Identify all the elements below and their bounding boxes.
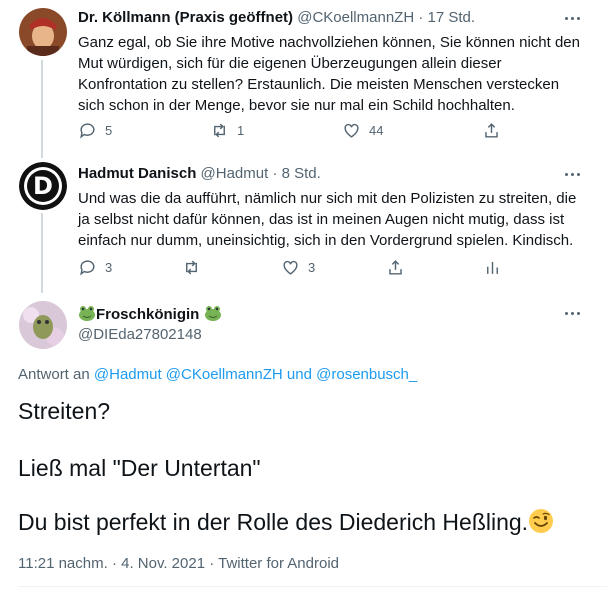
frog-emoji (204, 306, 221, 321)
tweet-actions: 3 3 (78, 258, 518, 278)
author-handle[interactable]: @DIEda27802148 (78, 326, 202, 343)
divider (18, 586, 607, 587)
frog-emoji (79, 306, 95, 321)
reply-count: 3 (105, 260, 113, 275)
author-name[interactable]: Dr. Köllmann (Praxis geöffnet) (78, 9, 293, 26)
reply-prefix: Antwort an (18, 366, 90, 383)
tweet-text: Und was die da aufführt, nämlich nur sic… (78, 188, 588, 251)
analytics-icon (487, 261, 498, 274)
reply-button[interactable]: 5 (78, 121, 112, 140)
text-line: Mut würdigen, sich für die eigenen Überz… (78, 55, 502, 72)
reply-and: und (286, 366, 312, 383)
text-line: ja selbst nicht dafür können, das ist in… (78, 211, 565, 228)
share-icon (485, 123, 498, 138)
main-text-final: Du bist perfekt in der Rolle des Diederi… (18, 508, 554, 536)
author-handle[interactable]: @Hadmut (201, 165, 269, 182)
main-text-line: Du bist perfekt in der Rolle des Diederi… (18, 509, 529, 535)
tweet-header: Froschkönigin (78, 305, 222, 323)
text-line: einfach nur dumm, uneinsichtig, sich in … (78, 232, 574, 249)
svg-text:D: D (33, 172, 53, 200)
wink-emoji (529, 509, 554, 533)
like-icon (344, 123, 359, 138)
main-tweet: Froschkönigin @DIEda27802148 (0, 290, 607, 592)
like-count: 3 (308, 260, 316, 275)
share-icon (389, 260, 402, 275)
reply-icon (80, 123, 95, 139)
more-icon[interactable] (563, 9, 581, 27)
retweet-icon (214, 123, 225, 138)
avatar[interactable]: D (19, 162, 67, 210)
retweet-button[interactable] (182, 258, 209, 277)
reply-mentions[interactable]: @Hadmut @CKoellmannZH (94, 366, 283, 383)
tweet-meta[interactable]: 11:21 nachm. · 4. Nov. 2021 · Twitter fo… (18, 555, 339, 572)
author-name[interactable]: Froschkönigin (96, 306, 199, 323)
reply-button[interactable]: 3 (78, 258, 112, 277)
text-line: Konfrontation zu stellen? Erstaunlich. D… (78, 76, 560, 93)
main-text-line: Ließ mal "Der Untertan" (18, 455, 261, 481)
retweet-icon (186, 260, 197, 275)
author-handle[interactable]: @CKoellmannZH (297, 9, 414, 26)
avatar[interactable] (19, 301, 67, 349)
handle-text: @DIEda27802148 (78, 326, 202, 343)
reply-icon (80, 260, 95, 276)
text-line: Und was die da aufführt, nämlich nur sic… (78, 190, 577, 207)
main-text-line: Streiten? (18, 398, 111, 424)
share-button[interactable] (482, 121, 501, 140)
like-button[interactable]: 3 (281, 258, 315, 277)
timestamp[interactable]: · 8 Std. (272, 165, 320, 182)
tweet-hadmut[interactable]: D Hadmut Danisch @Hadmut · 8 Std. Und wa… (0, 150, 607, 290)
tweet-koellmann[interactable]: Dr. Köllmann (Praxis geöffnet) @CKoellma… (0, 0, 607, 150)
author-name[interactable]: Hadmut Danisch (78, 165, 196, 182)
retweet-count: 1 (237, 123, 245, 138)
analytics-button[interactable] (483, 258, 502, 277)
reply-mention-last[interactable]: @rosenbusch_ (316, 366, 417, 383)
text-line: Ganz egal, ob Sie ihre Motive nachvollzi… (78, 34, 580, 51)
tweet-header: Hadmut Danisch @Hadmut · 8 Std. (78, 165, 321, 182)
text-line: sich schon in der Menge, bevor sie nur m… (78, 97, 515, 114)
avatar[interactable] (19, 8, 67, 56)
tweet-actions: 5 1 44 (78, 121, 518, 141)
reply-context: Antwort an @Hadmut @CKoellmannZH und @ro… (18, 366, 417, 383)
more-icon[interactable] (563, 304, 581, 322)
tweet-text: Ganz egal, ob Sie ihre Motive nachvollzi… (78, 32, 588, 116)
like-button[interactable]: 44 (342, 121, 383, 140)
more-icon[interactable] (563, 165, 581, 183)
tweet-header: Dr. Köllmann (Praxis geöffnet) @CKoellma… (78, 9, 475, 26)
like-count: 44 (369, 123, 384, 138)
reply-count: 5 (105, 123, 113, 138)
like-icon (283, 260, 298, 275)
retweet-button[interactable]: 1 (210, 121, 244, 140)
timestamp[interactable]: · 17 Std. (418, 9, 475, 26)
share-button[interactable] (386, 258, 405, 277)
